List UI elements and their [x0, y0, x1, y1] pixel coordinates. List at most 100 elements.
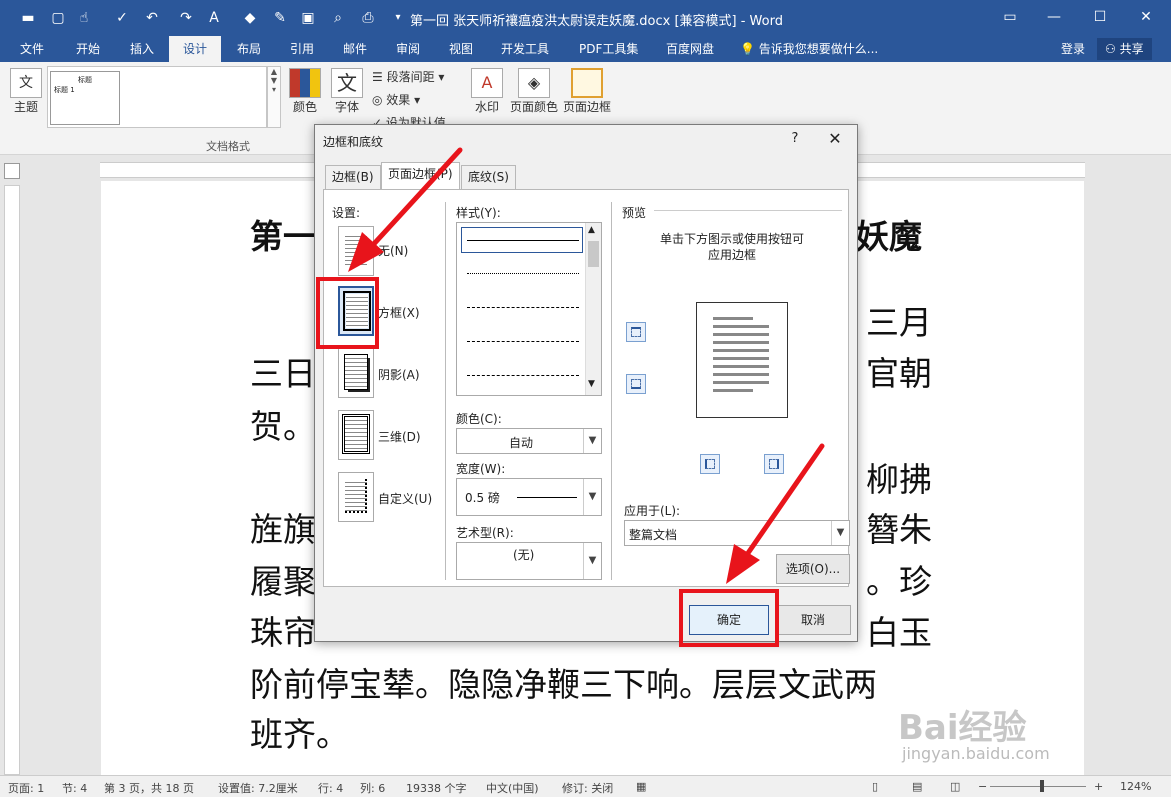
paragraph-spacing-button[interactable]: ☰ 段落间距 ▾ — [372, 68, 444, 85]
close-window-icon[interactable]: ✕ — [1134, 6, 1158, 28]
macro-record-icon[interactable]: ▦ — [636, 780, 646, 793]
font-format-icon[interactable]: A — [204, 8, 224, 28]
save-icon[interactable]: ▣ — [298, 8, 318, 28]
dialog-tab-shading[interactable]: 底纹(S) — [461, 165, 516, 189]
status-col[interactable]: 列: 6 — [360, 780, 385, 796]
scroll-down-icon[interactable]: ▼ — [588, 379, 595, 389]
search-icon[interactable]: ⌕ — [328, 8, 348, 28]
border-preview[interactable] — [696, 302, 788, 418]
tab-review[interactable]: 审阅 — [394, 36, 422, 62]
apply-to-dropdown[interactable]: 整篇文档 ▼ — [624, 520, 850, 546]
setting-none-label[interactable]: 无(N) — [378, 242, 408, 259]
tab-references[interactable]: 引用 — [288, 36, 316, 62]
ribbon-display-icon[interactable]: ▭ — [998, 6, 1022, 28]
zoom-level[interactable]: 124% — [1120, 780, 1151, 793]
open-folder-icon[interactable]: ▬ — [18, 8, 38, 28]
minimize-icon[interactable]: — — [1042, 6, 1066, 28]
setting-shadow[interactable] — [338, 348, 374, 398]
tab-pdf-tools[interactable]: PDF工具集 — [577, 36, 640, 62]
tab-mailings[interactable]: 邮件 — [341, 36, 369, 62]
edit-icon[interactable]: ✎ — [270, 8, 290, 28]
status-word-count[interactable]: 19338 个字 — [406, 780, 467, 796]
vertical-scrollbar[interactable] — [1151, 162, 1171, 776]
line-style-dash-dot[interactable] — [467, 375, 579, 376]
help-icon[interactable]: ? — [785, 129, 805, 149]
width-label: 宽度(W): — [456, 462, 506, 476]
customize-toolbar-icon[interactable]: ▾ — [388, 8, 408, 28]
dialog-tab-borders[interactable]: 边框(B) — [325, 165, 381, 189]
login-link[interactable]: 登录 — [1061, 36, 1085, 62]
line-style-long-dash[interactable] — [467, 341, 579, 342]
bottom-border-button[interactable] — [626, 374, 646, 394]
status-track-changes[interactable]: 修订: 关闭 — [562, 780, 613, 796]
status-language[interactable]: 中文(中国) — [486, 780, 539, 796]
setting-3d-label[interactable]: 三维(D) — [378, 428, 421, 445]
line-style-dashed[interactable] — [467, 307, 579, 308]
dialog-tab-page-border[interactable]: 页面边框(P) — [381, 162, 460, 190]
web-layout-icon[interactable]: ◫ — [950, 780, 960, 793]
tab-insert[interactable]: 插入 — [128, 36, 156, 62]
share-button[interactable]: ⚇ 共享 — [1097, 38, 1152, 60]
gallery-scroll[interactable]: ▲ ▼ ▾ — [267, 66, 281, 128]
maximize-icon[interactable]: ☐ — [1088, 6, 1112, 28]
tab-selector[interactable] — [4, 163, 20, 179]
status-page-of[interactable]: 第 3 页，共 18 页 — [104, 780, 194, 796]
status-setting[interactable]: 设置值: 7.2厘米 — [218, 780, 298, 796]
spelling-check-icon[interactable]: ✓ — [112, 8, 132, 28]
color-dropdown[interactable]: 自动 ▼ — [456, 428, 602, 454]
line-style-dotted[interactable] — [467, 273, 579, 274]
art-dropdown[interactable]: (无) ▼ — [456, 542, 602, 580]
scroll-up-icon[interactable]: ▲ — [588, 225, 595, 235]
line-style-list[interactable]: ▲ ▼ — [456, 222, 602, 396]
setting-3d[interactable] — [338, 410, 374, 460]
touch-mode-icon[interactable]: ☝ — [74, 8, 94, 28]
zoom-out-icon[interactable]: − — [978, 780, 987, 793]
scroll-thumb[interactable] — [588, 241, 599, 267]
tell-me-box[interactable]: 💡 告诉我您想要做什么... — [740, 36, 878, 62]
zoom-in-icon[interactable]: + — [1094, 780, 1103, 793]
undo-icon[interactable]: ↶ — [142, 8, 162, 28]
options-button[interactable]: 选项(O)... — [776, 554, 850, 584]
setting-shadow-label[interactable]: 阴影(A) — [378, 366, 420, 383]
line-style-solid[interactable] — [467, 240, 579, 241]
fonts-button[interactable]: 文 字体 — [330, 68, 364, 115]
tab-home[interactable]: 开始 — [74, 36, 102, 62]
tab-layout[interactable]: 布局 — [235, 36, 263, 62]
theme-button[interactable]: 文 主题 — [8, 68, 44, 115]
style-list-scrollbar[interactable]: ▲ ▼ — [585, 223, 601, 395]
setting-custom-label[interactable]: 自定义(U) — [378, 490, 432, 507]
zoom-slider[interactable] — [990, 786, 1086, 787]
setting-box-label[interactable]: 方框(X) — [378, 304, 420, 321]
close-icon[interactable]: ✕ — [823, 129, 847, 149]
new-document-icon[interactable]: ▢ — [48, 8, 68, 28]
redo-icon[interactable]: ↷ — [176, 8, 196, 28]
width-dropdown[interactable]: 0.5 磅 ▼ — [456, 478, 602, 516]
print-layout-icon[interactable]: ▤ — [912, 780, 922, 793]
setting-custom[interactable] — [338, 472, 374, 522]
tab-developer[interactable]: 开发工具 — [499, 36, 551, 62]
left-border-button[interactable] — [700, 454, 720, 474]
zoom-slider-thumb[interactable] — [1040, 780, 1044, 792]
tab-baidu-netdisk[interactable]: 百度网盘 — [664, 36, 716, 62]
tab-design[interactable]: 设计 — [169, 36, 222, 62]
effects-button[interactable]: ◎ 效果 ▾ — [372, 91, 420, 108]
setting-none[interactable] — [338, 226, 374, 276]
status-page[interactable]: 页面: 1 — [8, 780, 44, 796]
vertical-ruler[interactable] — [4, 185, 20, 775]
right-border-button[interactable] — [764, 454, 784, 474]
status-section[interactable]: 节: 4 — [62, 780, 87, 796]
print-preview-icon[interactable]: ⎙ — [358, 8, 378, 28]
shape-icon[interactable]: ◆ — [240, 8, 260, 28]
top-border-button[interactable] — [626, 322, 646, 342]
tab-view[interactable]: 视图 — [447, 36, 475, 62]
tab-file[interactable]: 文件 — [18, 36, 46, 62]
page-borders-button[interactable]: 页面边框 — [561, 68, 613, 115]
style-set-gallery[interactable]: 标题 标题 1 — [47, 66, 267, 128]
style-thumbnail[interactable]: 标题 标题 1 — [50, 71, 120, 125]
cancel-button[interactable]: 取消 — [775, 605, 851, 635]
watermark-button[interactable]: A 水印 — [470, 68, 504, 115]
colors-button[interactable]: 颜色 — [288, 68, 322, 115]
page-color-button[interactable]: ◈ 页面颜色 — [508, 68, 560, 115]
status-row[interactable]: 行: 4 — [318, 780, 343, 796]
read-mode-icon[interactable]: ▯ — [872, 780, 878, 793]
